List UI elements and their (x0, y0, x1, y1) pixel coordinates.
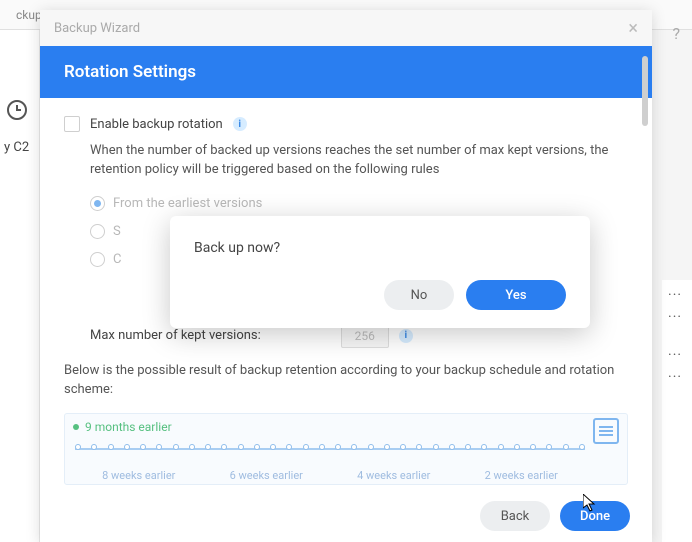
list-row-ellipsis: ... (662, 280, 692, 302)
confirm-dialog: Back up now? No Yes (170, 216, 590, 328)
radio-label: S (113, 224, 121, 239)
retention-timeline: 9 months earlier 8 weeks earlier 6 weeks… (64, 413, 628, 485)
left-column: y C2 (0, 30, 40, 542)
timeline-description: Below is the possible result of backup r… (64, 362, 628, 400)
radio-earliest[interactable]: From the earliest versions (90, 190, 628, 218)
timeline-top-label: 9 months earlier (85, 420, 172, 434)
history-icon[interactable] (7, 100, 27, 120)
page-title: Rotation Settings (64, 62, 196, 82)
info-icon[interactable]: i (399, 329, 413, 343)
wizard-titlebar: Backup Wizard × (40, 10, 652, 46)
radio-icon[interactable] (90, 196, 105, 211)
radio-label: C (113, 252, 121, 267)
help-icon[interactable]: ? (672, 24, 680, 43)
sidebar-item-c2[interactable]: y C2 (4, 140, 29, 155)
right-column: ... ... ... ... (662, 280, 692, 542)
wizard-title-label: Backup Wizard (54, 21, 140, 36)
radio-label: From the earliest versions (113, 196, 262, 211)
wizard-footer: Back Done (40, 490, 652, 542)
rotation-description: When the number of backed up versions re… (90, 142, 628, 180)
close-icon[interactable]: × (628, 18, 638, 39)
yes-button[interactable]: Yes (466, 280, 566, 310)
radio-icon[interactable] (90, 224, 105, 239)
info-icon[interactable]: i (233, 117, 247, 131)
wizard-header: Rotation Settings (40, 46, 652, 98)
enable-rotation-checkbox[interactable] (64, 116, 80, 132)
radio-icon[interactable] (90, 252, 105, 267)
max-versions-label: Max number of kept versions: (90, 328, 261, 343)
confirm-buttons: No Yes (194, 280, 566, 310)
enable-rotation-label: Enable backup rotation (90, 117, 223, 132)
confirm-text: Back up now? (194, 240, 566, 256)
no-button[interactable]: No (384, 280, 454, 310)
list-row-ellipsis: ... (662, 340, 692, 362)
back-button[interactable]: Back (480, 501, 550, 531)
cursor-icon (583, 494, 597, 512)
timeline-bottom-labels: 8 weeks earlier 6 weeks earlier 4 weeks … (75, 469, 585, 482)
list-row-ellipsis: ... (662, 302, 692, 324)
enable-rotation-row[interactable]: Enable backup rotation i (64, 116, 628, 132)
list-row-ellipsis: ... (662, 362, 692, 384)
timeline-dots (75, 440, 585, 454)
calendar-icon[interactable] (593, 418, 619, 444)
